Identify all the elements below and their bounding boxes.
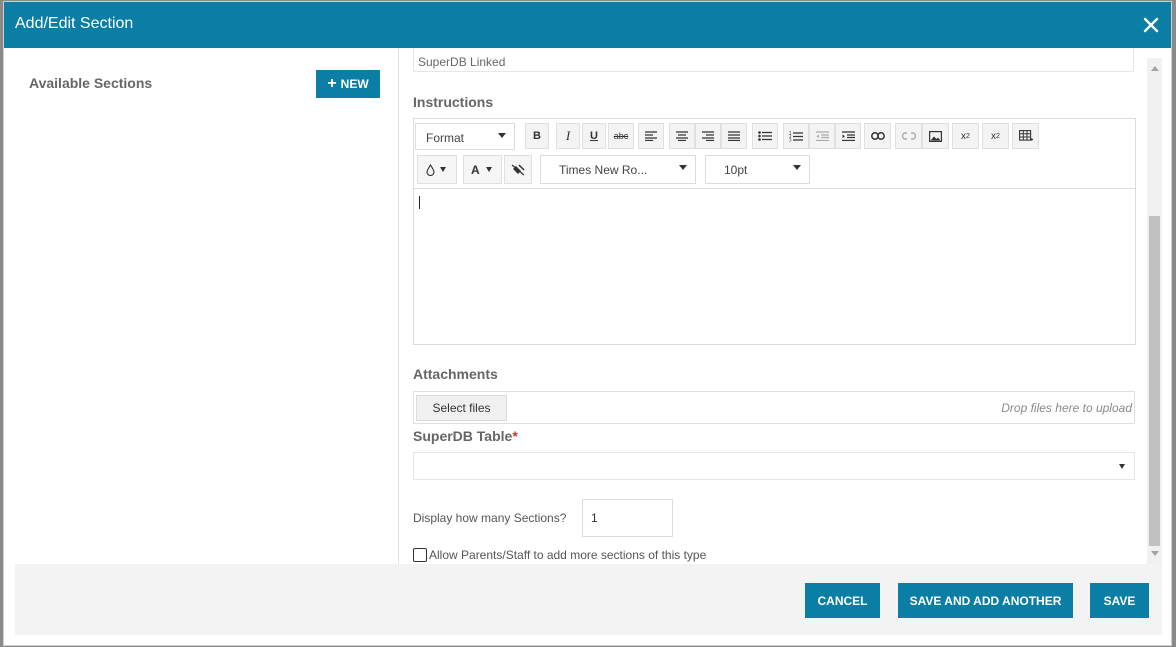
modal-header: Add/Edit Section [4,2,1171,48]
available-sections-heading: Available Sections [29,75,153,91]
font-name-value: Times New Ro... [559,163,648,177]
scroll-up-arrow-icon[interactable] [1151,66,1159,71]
align-center-icon[interactable] [669,123,695,149]
display-count-label: Display how many Sections? [413,511,567,525]
instructions-label: Instructions [413,94,494,110]
font-color-icon[interactable]: A [463,155,502,184]
font-size-select[interactable]: 10pt [705,155,810,184]
available-sections-panel: Available Sections + NEW [4,48,398,564]
modal-title: Add/Edit Section [15,15,134,32]
editor-toolbar-row-1: Format B I U abc 1 2 3 x 2 x 2 [414,119,1135,153]
subscript-icon[interactable]: x2 [952,123,979,149]
numbered-list-icon[interactable]: 123 [783,123,809,149]
superdb-table-select[interactable] [413,452,1135,480]
strikethrough-icon[interactable]: abc [608,123,634,149]
image-icon[interactable] [922,123,949,149]
instructions-editor: Format B I U abc 1 2 3 x 2 x 2 A Times N… [413,118,1136,345]
underline-icon[interactable]: U [582,123,606,149]
chevron-down-icon [1119,464,1125,469]
chevron-down-icon [679,165,687,170]
allow-more-sections-checkbox[interactable] [413,548,427,562]
clear-formatting-icon[interactable] [504,155,532,184]
allow-more-sections-label: Allow Parents/Staff to add more sections… [429,548,707,562]
background-color-icon[interactable] [417,155,457,184]
attachments-label: Attachments [413,366,498,382]
file-upload-dropzone[interactable]: Select files Drop files here to upload [413,391,1135,424]
link-icon[interactable] [864,123,891,149]
outdent-icon[interactable] [809,123,835,149]
svg-text:3: 3 [789,137,792,142]
align-right-icon[interactable] [695,123,721,149]
scroll-down-arrow-icon[interactable] [1151,551,1159,556]
modal-footer: CANCEL SAVE AND ADD ANOTHER SAVE [15,564,1162,635]
superscript-icon[interactable]: x2 [982,123,1009,149]
save-button[interactable]: SAVE [1090,583,1149,618]
format-select-value: Format [426,131,465,145]
bold-icon[interactable]: B [525,123,549,149]
add-edit-section-modal: Add/Edit Section Available Sections + NE… [3,1,1172,646]
new-section-button[interactable]: + NEW [316,70,380,98]
chevron-down-icon [793,165,801,170]
indent-icon[interactable] [835,123,861,149]
drop-files-hint: Drop files here to upload [1001,401,1132,415]
align-justify-icon[interactable] [721,123,747,149]
plus-icon: + [327,75,337,92]
new-button-label: NEW [340,77,369,91]
display-count-input[interactable]: 1 [582,499,673,537]
save-and-add-another-button[interactable]: SAVE AND ADD ANOTHER [898,583,1073,618]
section-form: SuperDB Linked Instructions Format B I U… [399,48,1146,564]
allow-more-sections-row: Allow Parents/Staff to add more sections… [413,547,706,563]
superdb-linked-text: SuperDB Linked [418,55,506,69]
select-files-button[interactable]: Select files [416,395,507,421]
format-select[interactable]: Format [415,123,515,150]
superdb-table-label: SuperDB Table* [413,428,518,444]
chevron-down-icon [498,133,506,138]
editor-toolbar-row-2: A Times New Ro... 10pt [414,153,1135,189]
table-icon[interactable] [1012,123,1039,149]
cancel-button[interactable]: CANCEL [805,583,880,618]
font-name-select[interactable]: Times New Ro... [540,155,696,184]
close-icon[interactable] [1139,13,1163,37]
superdb-table-label-text: SuperDB Table [413,428,513,444]
italic-icon[interactable]: I [556,123,580,149]
form-scrollbar[interactable] [1147,58,1162,564]
align-left-icon[interactable] [638,123,664,149]
required-marker: * [512,428,518,444]
bulleted-list-icon[interactable] [752,123,778,149]
font-size-value: 10pt [724,163,748,177]
font-color-label: A [471,162,480,177]
editor-content-area[interactable] [414,190,1135,344]
superdb-linked-field[interactable]: SuperDB Linked [413,48,1134,72]
unlink-icon[interactable] [895,123,922,149]
text-cursor [419,196,420,209]
scrollbar-thumb[interactable] [1149,216,1160,546]
